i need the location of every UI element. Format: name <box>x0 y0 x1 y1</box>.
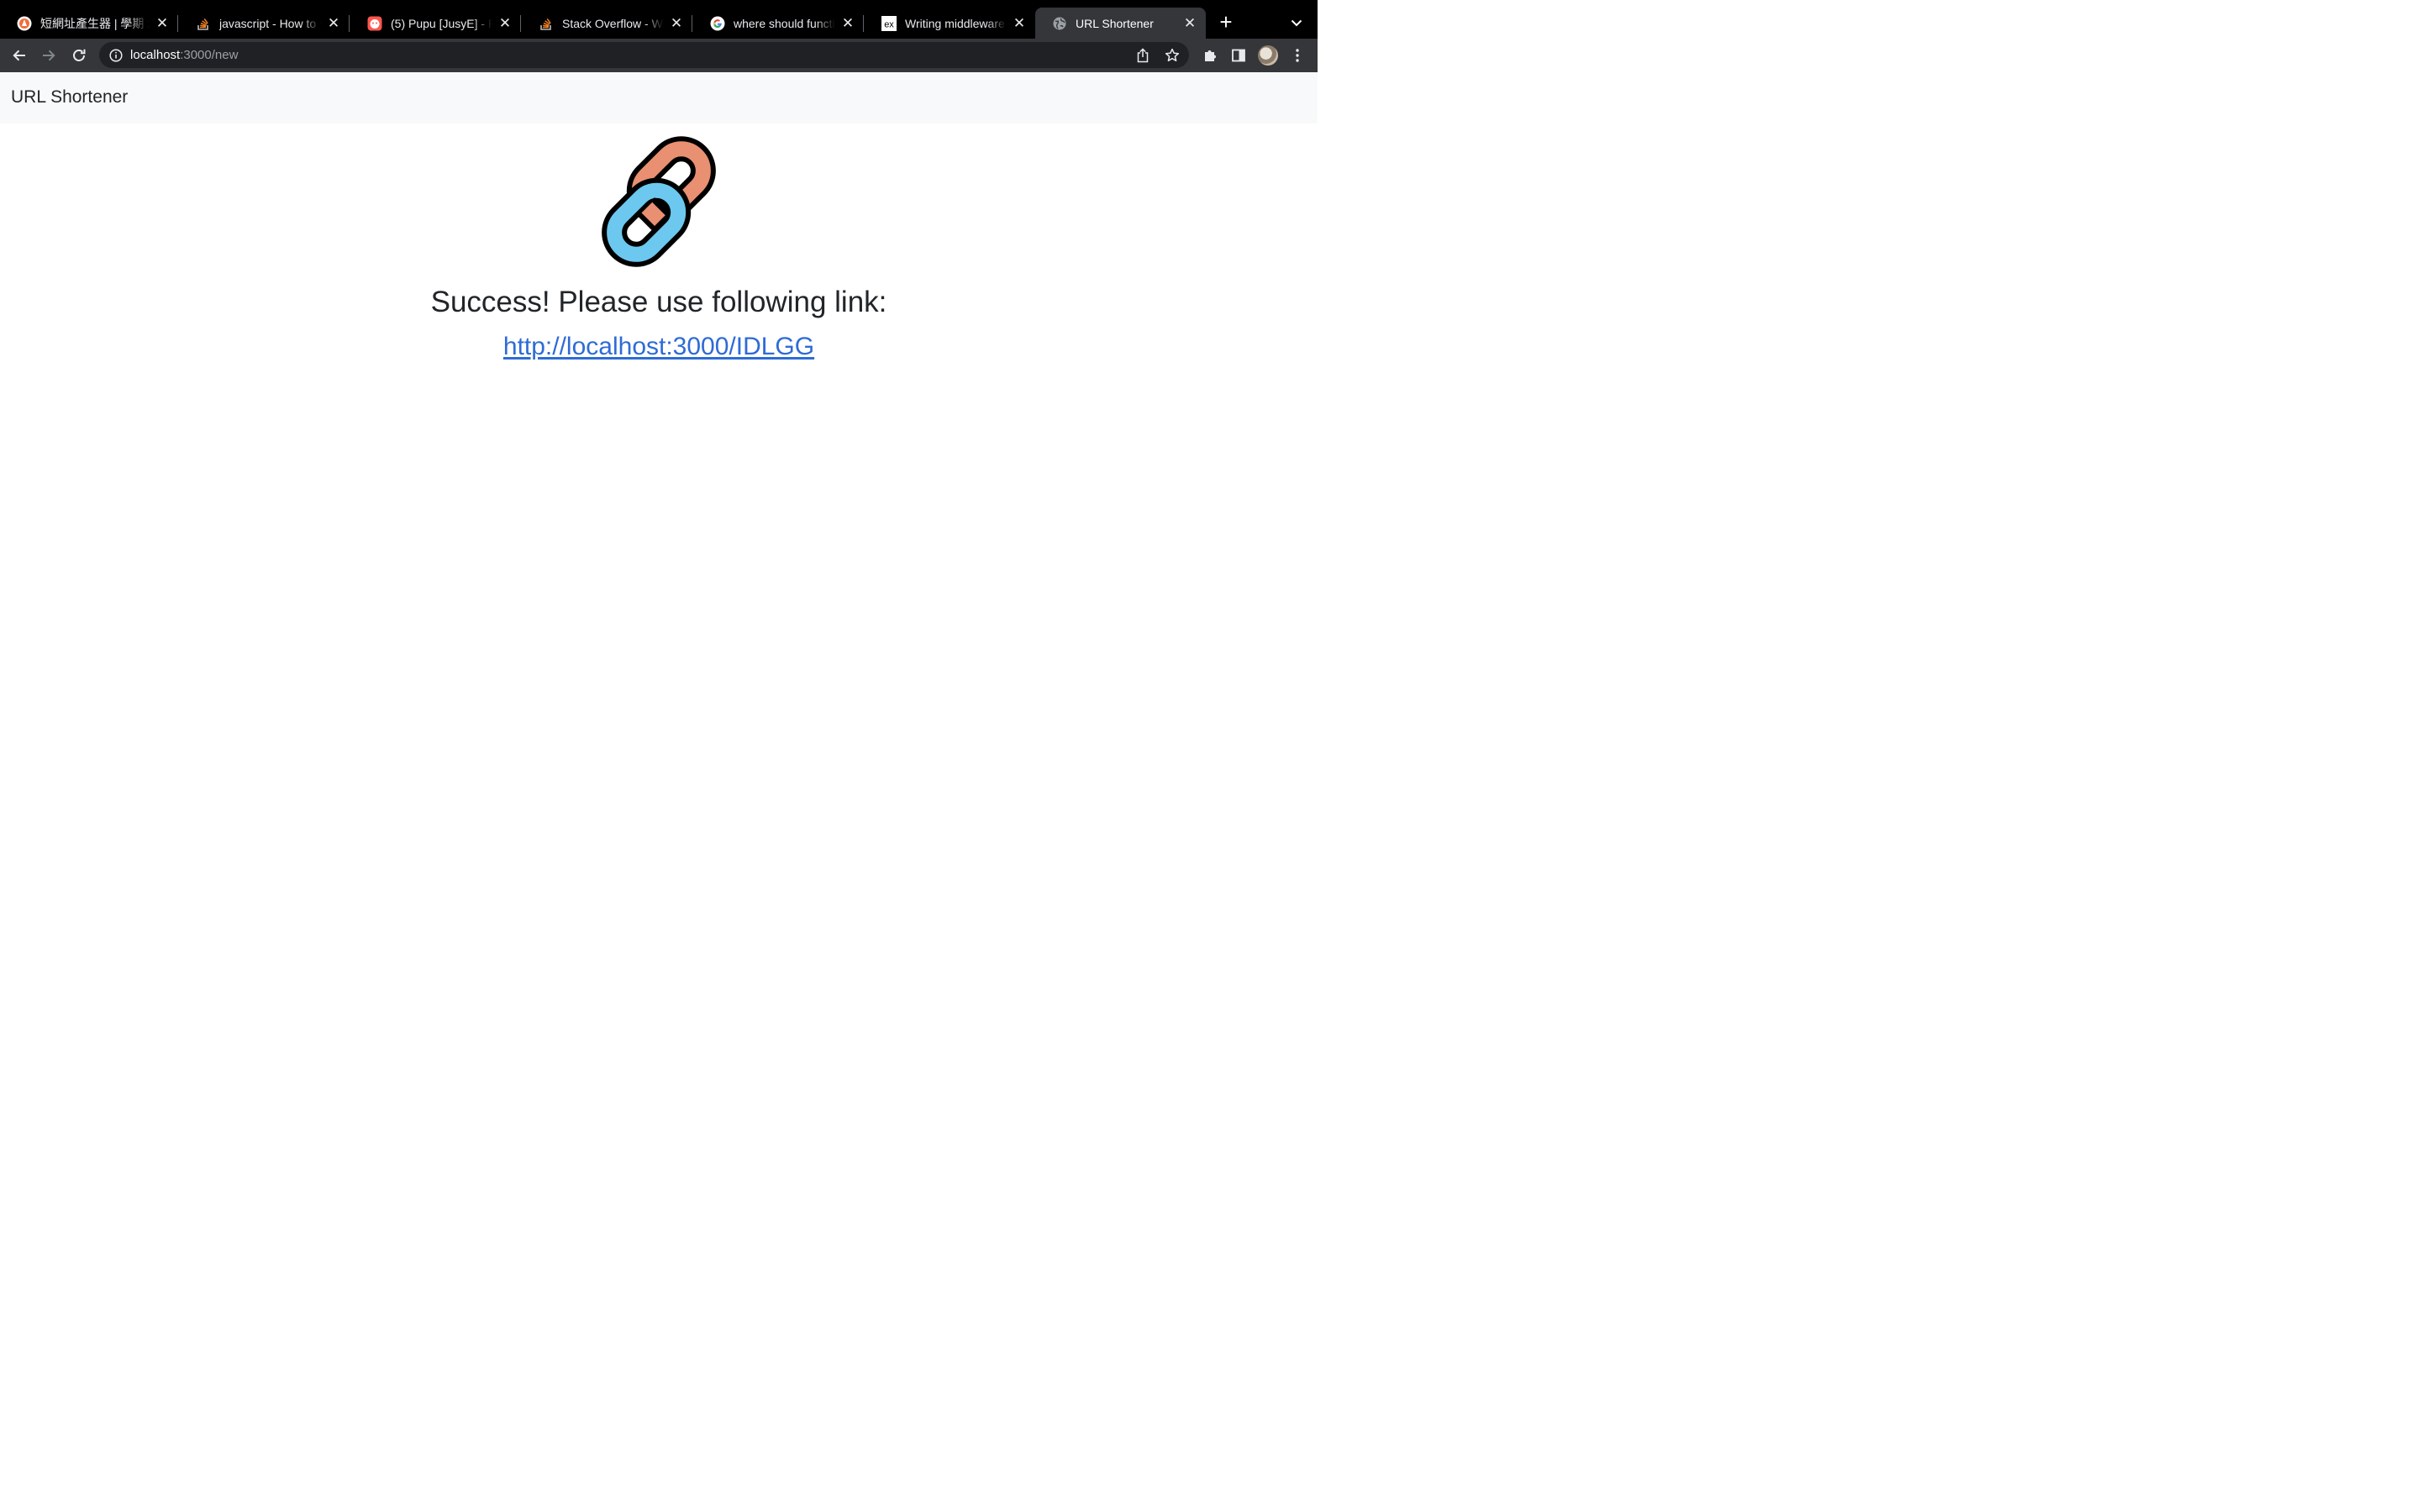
success-heading: Success! Please use following link: <box>430 286 887 318</box>
tab-separator <box>520 15 521 32</box>
close-tab-icon[interactable]: ✕ <box>326 15 341 31</box>
share-icon[interactable] <box>1134 47 1151 64</box>
tab-url-shortener-assignment[interactable]: 短網址產生器 | 學期 2- ✕ <box>0 8 178 39</box>
navbar-brand[interactable]: URL Shortener <box>11 87 128 108</box>
side-panel-icon[interactable] <box>1229 46 1248 65</box>
profile-avatar[interactable] <box>1258 45 1278 66</box>
svg-text:ex: ex <box>884 19 894 29</box>
plurk-icon <box>367 16 382 31</box>
url-path: :3000/new <box>180 48 239 62</box>
tab-url-shortener[interactable]: URL Shortener ✕ <box>1035 8 1206 39</box>
tab-title: (5) Pupu [JusyE] - Plu <box>391 16 492 30</box>
tab-separator <box>177 15 178 32</box>
forward-button[interactable] <box>39 45 59 66</box>
tab-express-middleware[interactable]: ex Writing middleware fo ✕ <box>865 8 1035 39</box>
bookmark-star-icon[interactable] <box>1164 47 1181 64</box>
express-icon: ex <box>881 15 897 31</box>
site-navbar: URL Shortener <box>0 72 1318 123</box>
site-info-icon[interactable] <box>108 48 124 63</box>
tab-title: Writing middleware fo <box>905 16 1007 30</box>
close-tab-icon[interactable]: ✕ <box>840 15 855 31</box>
tab-title: javascript - How to se <box>219 16 321 30</box>
browser-toolbar: localhost:3000/new <box>0 39 1318 72</box>
tab-separator <box>863 15 864 32</box>
address-bar[interactable]: localhost:3000/new <box>99 42 1189 68</box>
close-tab-icon[interactable]: ✕ <box>155 15 170 31</box>
short-url-link[interactable]: http://localhost:3000/IDLGG <box>503 333 814 360</box>
tab-separator <box>349 15 350 32</box>
close-tab-icon[interactable]: ✕ <box>497 15 513 31</box>
stackoverflow-icon <box>539 16 554 31</box>
tab-title: 短網址產生器 | 學期 2- <box>40 16 150 30</box>
back-button[interactable] <box>9 45 29 66</box>
tab-google-search[interactable]: where should functior ✕ <box>693 8 864 39</box>
tab-javascript-how-to[interactable]: javascript - How to se ✕ <box>179 8 350 39</box>
tab-strip: 短網址產生器 | 學期 2- ✕ javascript - How to se … <box>0 0 1318 39</box>
tab-search-chevron-icon[interactable] <box>1287 13 1306 32</box>
tab-plurk[interactable]: (5) Pupu [JusyE] - Plu ✕ <box>350 8 521 39</box>
short-link-container: http://localhost:3000/IDLGG <box>0 330 1318 364</box>
new-tab-button[interactable]: + <box>1216 11 1236 33</box>
forward-arrow-icon <box>43 50 55 61</box>
reload-button[interactable] <box>69 45 89 66</box>
url-host: localhost <box>130 48 181 62</box>
tab-title: Stack Overflow - Whe <box>562 16 664 30</box>
tab-title: where should functior <box>734 16 835 30</box>
tab-title: URL Shortener <box>1076 16 1154 30</box>
globe-icon <box>1052 16 1067 31</box>
google-icon <box>710 16 725 31</box>
stackoverflow-icon <box>196 16 211 31</box>
url-text[interactable]: localhost:3000/new <box>130 47 238 63</box>
back-arrow-icon <box>13 50 25 61</box>
tab-stack-overflow[interactable]: Stack Overflow - Whe ✕ <box>522 8 692 39</box>
more-menu-icon[interactable] <box>1289 46 1306 65</box>
extensions-puzzle-icon[interactable] <box>1201 46 1219 65</box>
close-tab-icon[interactable]: ✕ <box>669 15 684 31</box>
close-tab-icon[interactable]: ✕ <box>1012 15 1027 31</box>
chain-link-icon <box>586 129 732 275</box>
reload-icon <box>73 49 86 61</box>
alphacamp-icon <box>17 16 32 31</box>
close-tab-icon[interactable]: ✕ <box>1182 15 1197 31</box>
